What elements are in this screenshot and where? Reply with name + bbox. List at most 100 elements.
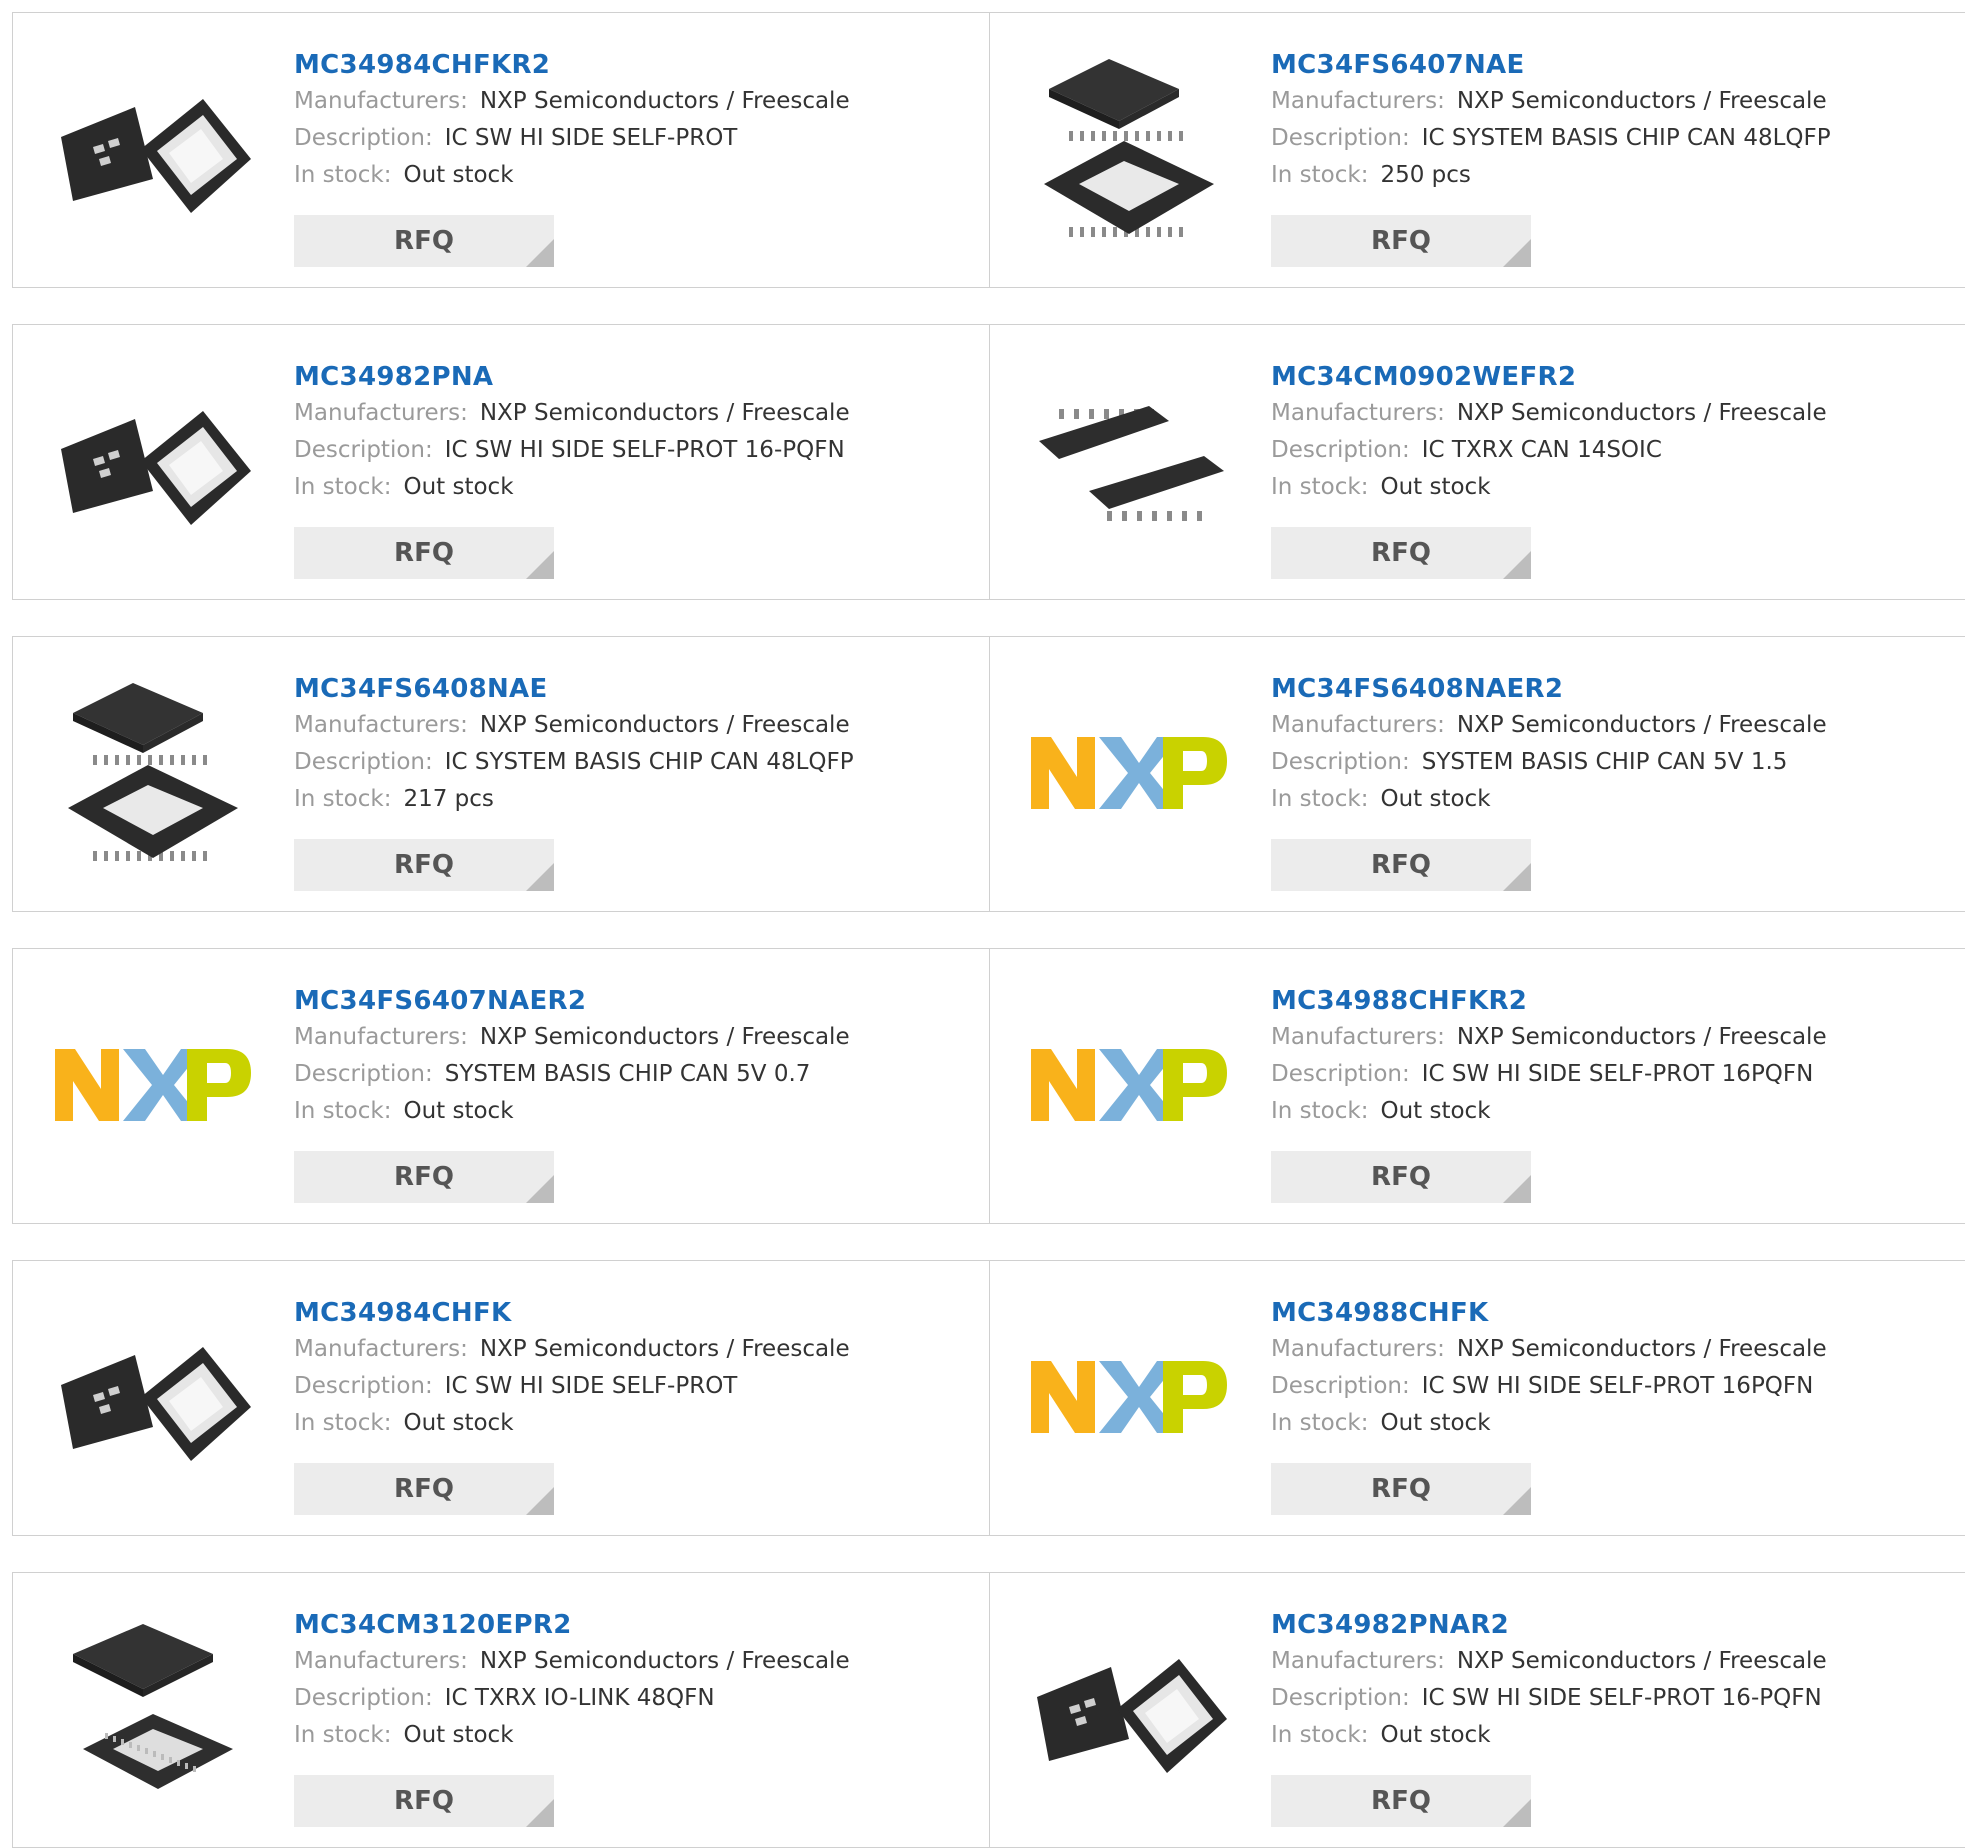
stock-value: 217 pcs [403, 786, 494, 812]
rfq-button[interactable]: RFQ [1271, 1463, 1531, 1515]
stock-row: In stock: Out stock [1271, 469, 1958, 506]
product-image[interactable] [1029, 1297, 1229, 1497]
description-value: IC SW HI SIDE SELF-PROT 16-PQFN [444, 437, 845, 463]
manufacturer-row: Manufacturers: NXP Semiconductors / Frees… [294, 707, 969, 744]
stock-value: Out stock [1380, 1410, 1491, 1436]
manufacturer-value: NXP Semiconductors / Freescale [1456, 400, 1827, 426]
description-value: IC TXRX IO-LINK 48QFN [444, 1685, 715, 1711]
product-title-link[interactable]: MC34FS6407NAER2 [294, 983, 969, 1019]
product-title-link[interactable]: MC34FS6407NAE [1271, 47, 1958, 83]
product-image[interactable] [53, 361, 253, 561]
manufacturer-label: Manufacturers: [294, 712, 468, 738]
corner-triangle-icon [1503, 551, 1531, 579]
product-card: MC34988CHFK Manufacturers: NXP Semiconduc… [989, 1260, 1965, 1536]
rfq-label: RFQ [1371, 226, 1431, 256]
product-info: MC34FS6407NAER2 Manufacturers: NXP Semico… [294, 983, 969, 1130]
rfq-button[interactable]: RFQ [1271, 215, 1531, 267]
manufacturer-value: NXP Semiconductors / Freescale [1456, 712, 1827, 738]
product-title-link[interactable]: MC34FS6408NAER2 [1271, 671, 1958, 707]
manufacturer-row: Manufacturers: NXP Semiconductors / Frees… [1271, 707, 1958, 744]
product-info: MC34FS6408NAE Manufacturers: NXP Semicond… [294, 671, 969, 818]
description-value: IC SW HI SIDE SELF-PROT [444, 1373, 738, 1399]
product-image[interactable] [53, 1609, 253, 1809]
stock-label: In stock: [1271, 474, 1369, 500]
product-title-link[interactable]: MC34982PNA [294, 359, 969, 395]
stock-value: Out stock [403, 1098, 514, 1124]
stock-label: In stock: [1271, 1098, 1369, 1124]
product-image[interactable] [1029, 1609, 1229, 1809]
product-image[interactable] [53, 673, 253, 873]
stock-row: In stock: 217 pcs [294, 781, 969, 818]
manufacturer-label: Manufacturers: [294, 88, 468, 114]
description-value: IC SW HI SIDE SELF-PROT 16PQFN [1421, 1373, 1814, 1399]
product-title-link[interactable]: MC34CM0902WEFR2 [1271, 359, 1958, 395]
manufacturer-row: Manufacturers: NXP Semiconductors / Frees… [1271, 1643, 1958, 1680]
rfq-button[interactable]: RFQ [1271, 527, 1531, 579]
description-label: Description: [294, 749, 433, 775]
product-image[interactable] [1029, 985, 1229, 1185]
stock-row: In stock: Out stock [1271, 1405, 1958, 1442]
description-label: Description: [1271, 125, 1410, 151]
rfq-button[interactable]: RFQ [294, 1151, 554, 1203]
product-card: MC34CM0902WEFR2 Manufacturers: NXP Semico… [989, 324, 1965, 600]
corner-triangle-icon [1503, 1175, 1531, 1203]
nxp-logo [1031, 1049, 1227, 1121]
rfq-label: RFQ [1371, 850, 1431, 880]
description-label: Description: [1271, 1685, 1410, 1711]
rfq-button[interactable]: RFQ [294, 1775, 554, 1827]
product-image[interactable] [1029, 49, 1229, 249]
stock-value: 250 pcs [1380, 162, 1471, 188]
rfq-button[interactable]: RFQ [1271, 839, 1531, 891]
stock-label: In stock: [1271, 1410, 1369, 1436]
manufacturer-value: NXP Semiconductors / Freescale [479, 400, 850, 426]
nxp-logo [55, 1049, 251, 1121]
manufacturer-value: NXP Semiconductors / Freescale [479, 1336, 850, 1362]
corner-triangle-icon [526, 239, 554, 267]
product-image[interactable] [1029, 361, 1229, 561]
rfq-button[interactable]: RFQ [294, 1463, 554, 1515]
stock-value: Out stock [1380, 1722, 1491, 1748]
manufacturer-row: Manufacturers: NXP Semiconductors / Frees… [294, 395, 969, 432]
stock-row: In stock: Out stock [294, 1093, 969, 1130]
stock-label: In stock: [294, 162, 392, 188]
manufacturer-value: NXP Semiconductors / Freescale [1456, 1024, 1827, 1050]
description-value: SYSTEM BASIS CHIP CAN 5V 0.7 [444, 1061, 811, 1087]
product-info: MC34982PNAR2 Manufacturers: NXP Semicondu… [1271, 1607, 1958, 1754]
product-title-link[interactable]: MC34984CHFK [294, 1295, 969, 1331]
rfq-label: RFQ [1371, 1474, 1431, 1504]
description-row: Description: SYSTEM BASIS CHIP CAN 5V 0.7 [294, 1056, 969, 1093]
product-title-link[interactable]: MC34FS6408NAE [294, 671, 969, 707]
manufacturer-label: Manufacturers: [1271, 400, 1445, 426]
rfq-label: RFQ [394, 1162, 454, 1192]
product-info: MC34984CHFKR2 Manufacturers: NXP Semicond… [294, 47, 969, 194]
product-title-link[interactable]: MC34988CHFK [1271, 1295, 1958, 1331]
product-image[interactable] [53, 985, 253, 1185]
product-image[interactable] [1029, 673, 1229, 873]
manufacturer-row: Manufacturers: NXP Semiconductors / Frees… [294, 1331, 969, 1368]
nxp-logo [1031, 737, 1227, 809]
rfq-button[interactable]: RFQ [1271, 1775, 1531, 1827]
manufacturer-label: Manufacturers: [294, 1336, 468, 1362]
product-title-link[interactable]: MC34988CHFKR2 [1271, 983, 1958, 1019]
product-card: MC34988CHFKR2 Manufacturers: NXP Semicond… [989, 948, 1965, 1224]
product-title-link[interactable]: MC34982PNAR2 [1271, 1607, 1958, 1643]
manufacturer-value: NXP Semiconductors / Freescale [479, 88, 850, 114]
rfq-button[interactable]: RFQ [294, 839, 554, 891]
rfq-button[interactable]: RFQ [1271, 1151, 1531, 1203]
description-label: Description: [294, 437, 433, 463]
stock-row: In stock: Out stock [294, 469, 969, 506]
manufacturer-label: Manufacturers: [1271, 1024, 1445, 1050]
description-row: Description: SYSTEM BASIS CHIP CAN 5V 1.5 [1271, 744, 1958, 781]
rfq-label: RFQ [394, 850, 454, 880]
rfq-button[interactable]: RFQ [294, 215, 554, 267]
product-title-link[interactable]: MC34984CHFKR2 [294, 47, 969, 83]
rfq-button[interactable]: RFQ [294, 527, 554, 579]
product-title-link[interactable]: MC34CM3120EPR2 [294, 1607, 969, 1643]
description-label: Description: [294, 1373, 433, 1399]
product-image[interactable] [53, 1297, 253, 1497]
manufacturer-value: NXP Semiconductors / Freescale [479, 712, 850, 738]
product-image[interactable] [53, 49, 253, 249]
manufacturer-value: NXP Semiconductors / Freescale [1456, 88, 1827, 114]
description-label: Description: [294, 125, 433, 151]
product-info: MC34984CHFK Manufacturers: NXP Semiconduc… [294, 1295, 969, 1442]
